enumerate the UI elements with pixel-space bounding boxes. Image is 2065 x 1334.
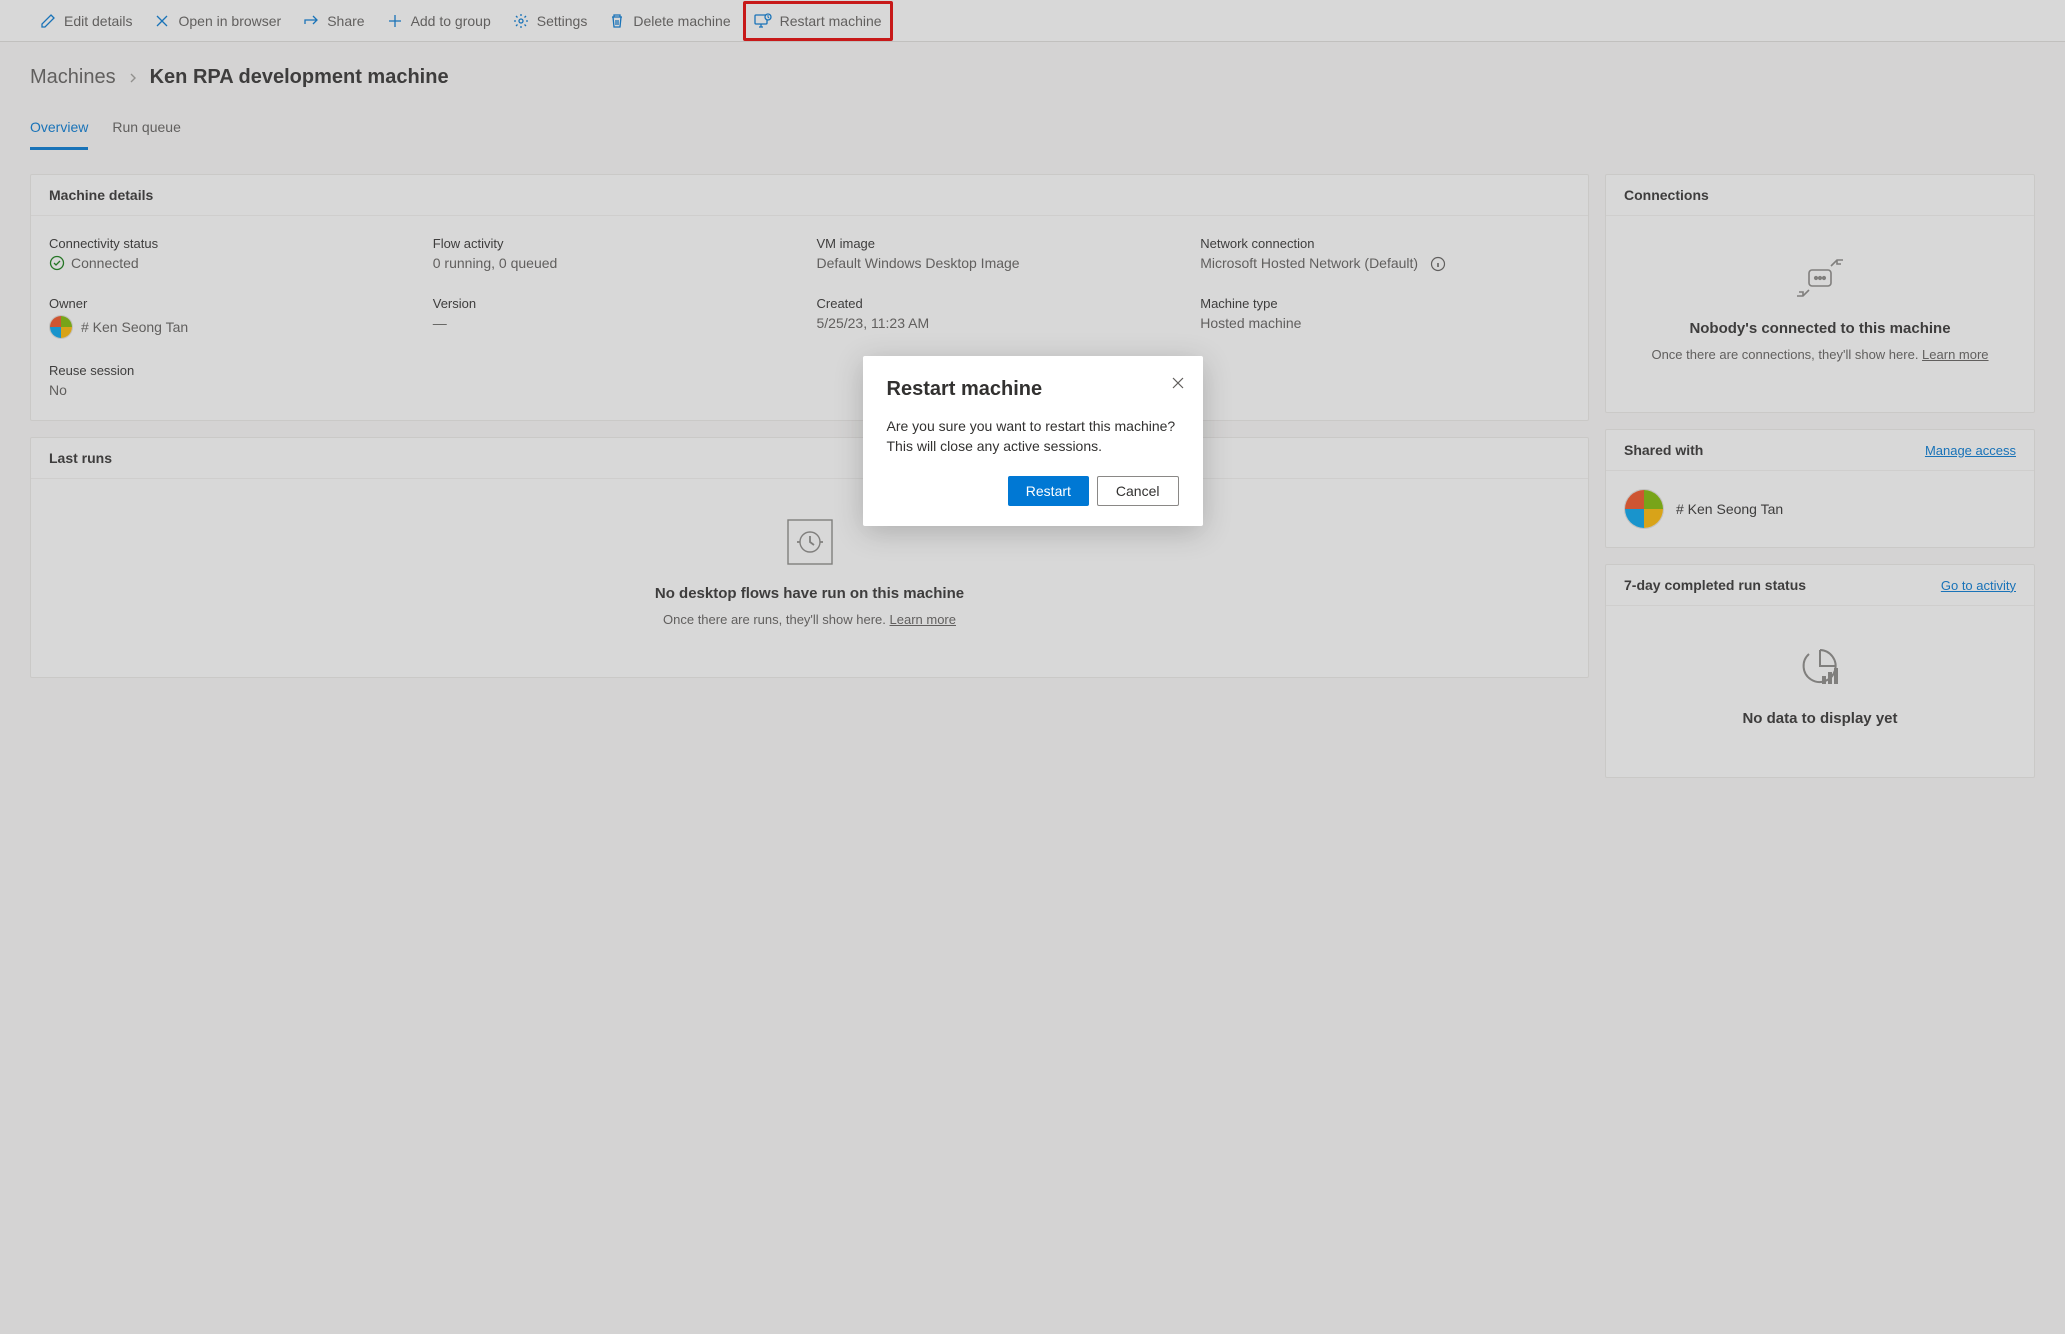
modal-overlay: Restart machine Are you sure you want to… [0,0,2065,1334]
modal-title: Restart machine [887,378,1179,401]
restart-modal: Restart machine Are you sure you want to… [863,356,1203,526]
modal-body: Are you sure you want to restart this ma… [887,417,1179,456]
modal-cancel-button[interactable]: Cancel [1097,476,1179,506]
modal-restart-button[interactable]: Restart [1008,476,1089,506]
close-icon[interactable] [1171,376,1185,390]
